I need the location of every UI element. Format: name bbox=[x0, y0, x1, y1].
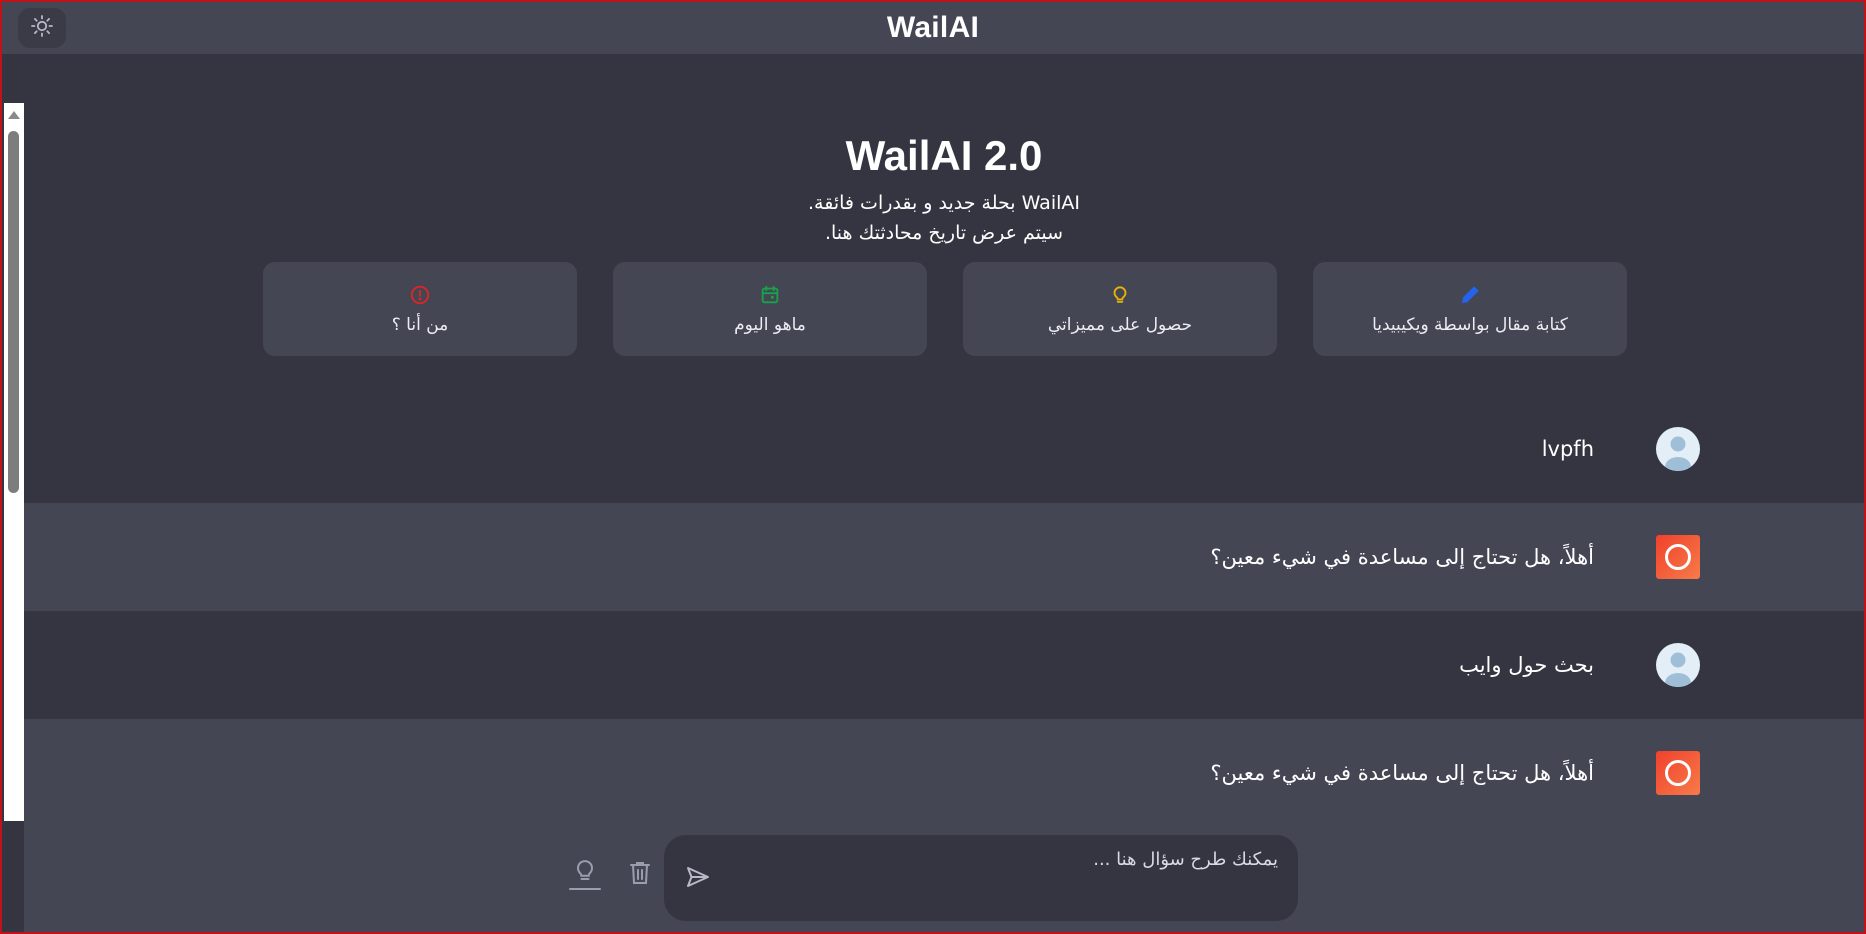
suggestion-label: ماهو اليوم bbox=[734, 315, 806, 335]
suggestion-label: حصول على مميزاتي bbox=[1047, 315, 1193, 335]
scrollbar-thumb[interactable] bbox=[8, 131, 19, 493]
bot-message: أهلاً، هل تحتاج إلى مساعدة في شيء معين؟ bbox=[24, 719, 1864, 827]
user-avatar bbox=[1656, 643, 1700, 687]
scroll-up-arrow-icon[interactable] bbox=[8, 111, 20, 119]
message-input-box bbox=[664, 835, 1298, 921]
welcome-section: WailAI 2.0 WailAI بحلة جديد و بقدرات فائ… bbox=[24, 54, 1864, 402]
bot-logo-icon bbox=[1665, 544, 1691, 570]
send-button[interactable] bbox=[682, 863, 714, 895]
hero-history-note: سيتم عرض تاريخ محادثتك هنا. bbox=[824, 222, 1064, 244]
hero-subtitle: WailAI بحلة جديد و بقدرات فائقة. bbox=[808, 192, 1080, 214]
message-text: lvpfh bbox=[1541, 437, 1594, 461]
suggestion-label: كتابة مقال بواسطة ويكيبيديا bbox=[1372, 315, 1568, 335]
user-message: بحث حول وايب bbox=[24, 611, 1864, 719]
theme-toggle-button[interactable] bbox=[18, 8, 66, 48]
bot-avatar bbox=[1656, 535, 1700, 579]
suggestion-card-who-am-i[interactable]: من أنا ؟ bbox=[263, 262, 577, 356]
suggestion-cards: من أنا ؟ ماهو اليوم حصول على مميزاتي كتا… bbox=[24, 262, 1864, 357]
hero-title: WailAI 2.0 bbox=[845, 132, 1043, 179]
suggestion-card-features[interactable]: حصول على مميزاتي bbox=[963, 262, 1277, 356]
suggestion-card-wikipedia-article[interactable]: كتابة مقال بواسطة ويكيبيديا bbox=[1313, 262, 1627, 356]
idea-button[interactable] bbox=[567, 855, 603, 895]
lightbulb-icon bbox=[1108, 283, 1132, 307]
bot-message: أهلاً، هل تحتاج إلى مساعدة في شيء معين؟ bbox=[24, 503, 1864, 611]
user-message: lvpfh bbox=[24, 395, 1864, 503]
message-text: بحث حول وايب bbox=[1459, 653, 1594, 677]
lightbulb-icon bbox=[569, 854, 601, 896]
calendar-icon bbox=[758, 283, 782, 307]
scrollbar[interactable] bbox=[4, 103, 24, 821]
message-text: أهلاً، هل تحتاج إلى مساعدة في شيء معين؟ bbox=[1210, 545, 1594, 569]
composer-bar bbox=[24, 821, 1864, 932]
user-avatar-icon bbox=[1665, 436, 1691, 471]
app-title: WailAI bbox=[886, 11, 980, 44]
sun-icon bbox=[30, 14, 54, 42]
pencil-icon bbox=[1458, 283, 1482, 307]
top-bar: WailAI bbox=[2, 2, 1864, 54]
delete-chat-button[interactable] bbox=[622, 855, 658, 895]
bot-logo-icon bbox=[1665, 760, 1691, 786]
send-icon bbox=[685, 864, 711, 894]
info-icon bbox=[408, 283, 432, 307]
message-input[interactable] bbox=[724, 835, 1290, 921]
bot-avatar bbox=[1656, 751, 1700, 795]
message-text: أهلاً، هل تحتاج إلى مساعدة في شيء معين؟ bbox=[1210, 761, 1594, 785]
user-avatar bbox=[1656, 427, 1700, 471]
suggestion-label: من أنا ؟ bbox=[391, 315, 449, 335]
trash-icon bbox=[628, 860, 652, 890]
user-avatar-icon bbox=[1665, 652, 1691, 687]
suggestion-card-today[interactable]: ماهو اليوم bbox=[613, 262, 927, 356]
